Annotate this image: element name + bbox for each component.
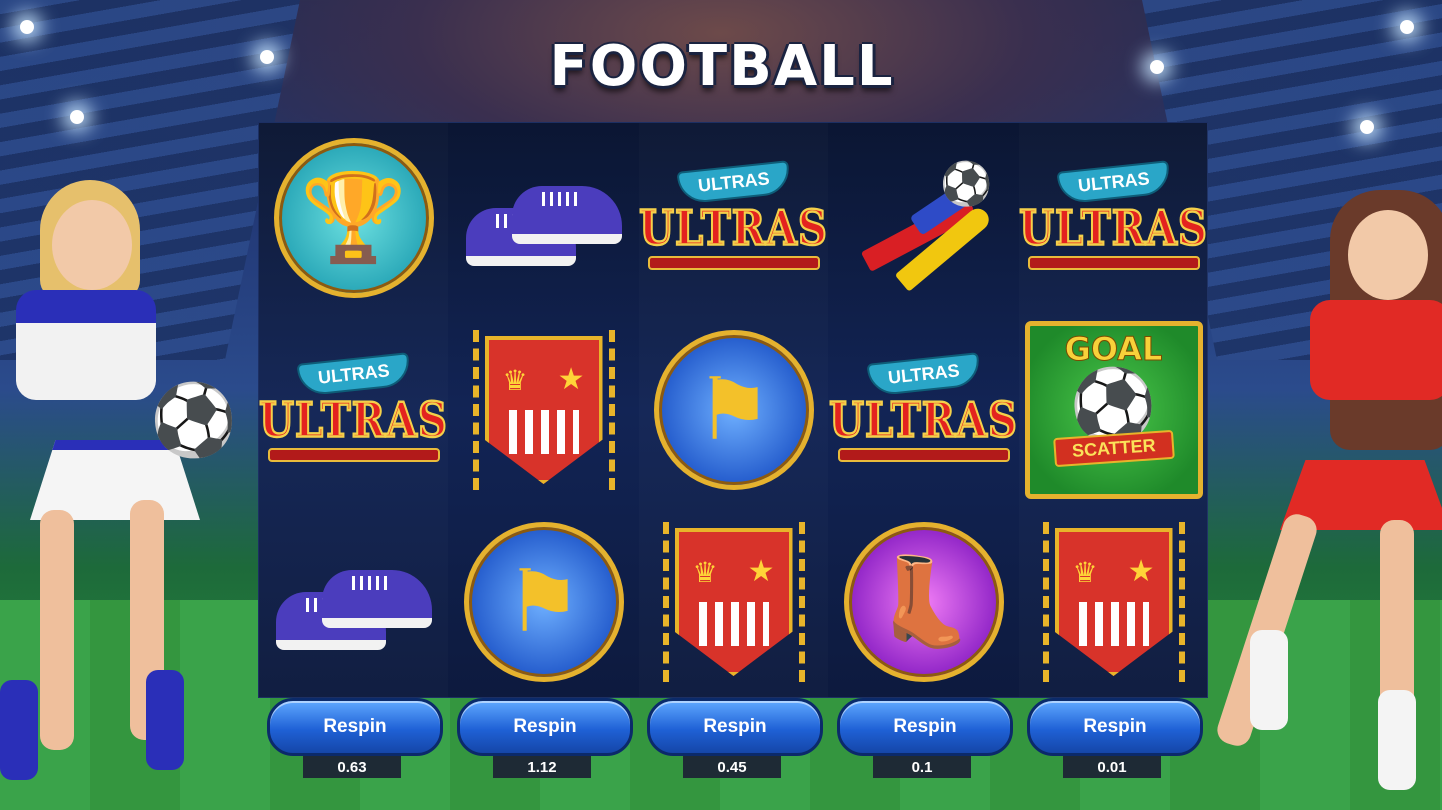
symbol-cell: 👢: [829, 507, 1018, 697]
reel-5: ULTRAS ULTRAS GOAL ⚽ SCATTER ♛ ★: [1018, 123, 1208, 697]
symbol-cell: ULTRAS ULTRAS: [638, 123, 828, 313]
symbol-cell: [259, 507, 448, 697]
ultras-banner-icon: ULTRAS ULTRAS: [638, 143, 828, 293]
symbol-cell: ♛ ★: [1019, 507, 1208, 697]
ultras-small-label: ULTRAS: [1056, 160, 1171, 205]
purple-sneakers-icon: [274, 542, 434, 662]
corner-flag-icon: ⚑: [463, 522, 624, 682]
floodlight: [70, 110, 84, 124]
symbol-cell: GOAL ⚽ SCATTER: [1019, 315, 1208, 505]
respin-price: 0.63: [303, 756, 401, 778]
respin-button[interactable]: Respin: [457, 698, 633, 756]
symbol-cell: ULTRAS ULTRAS: [828, 315, 1018, 505]
floodlight: [260, 50, 274, 64]
respin-price: 0.45: [683, 756, 781, 778]
purple-sneakers-icon: [464, 158, 624, 278]
reel-1: 🏆 ULTRAS ULTRAS: [258, 123, 448, 697]
respin-price: 0.01: [1063, 756, 1161, 778]
symbol-cell: ⚑: [639, 315, 828, 505]
respin-price: 0.1: [873, 756, 971, 778]
ultras-small-label: ULTRAS: [676, 160, 791, 205]
soccer-ball-icon: ⚽: [1069, 364, 1158, 446]
symbol-cell: ♛ ★: [639, 507, 828, 697]
respin-button[interactable]: Respin: [647, 698, 823, 756]
ultras-banner-icon: ULTRAS ULTRAS: [1018, 143, 1208, 293]
respin-reel-1: Respin 0.63: [258, 696, 447, 810]
respin-reel-2: Respin 1.12: [448, 696, 637, 810]
floodlight: [1150, 60, 1164, 74]
goal-label: GOAL: [1064, 330, 1163, 369]
corner-flag-icon: ⚑: [653, 330, 814, 490]
ultras-big-label: ULTRAS: [638, 199, 828, 258]
reel-3: ULTRAS ULTRAS ⚑ ♛ ★: [638, 123, 828, 697]
symbol-cell: 🏆: [259, 123, 448, 313]
respin-reel-5: Respin 0.01: [1018, 696, 1207, 810]
respin-reel-4: Respin 0.1: [828, 696, 1017, 810]
ultras-big-label: ULTRAS: [828, 391, 1018, 450]
symbol-cell: ULTRAS ULTRAS: [258, 315, 448, 505]
ultras-small-label: ULTRAS: [296, 352, 411, 397]
goal-scatter-icon: GOAL ⚽ SCATTER: [1024, 321, 1203, 499]
ultras-banner-icon: ULTRAS ULTRAS: [828, 335, 1018, 485]
floodlight: [1400, 20, 1414, 34]
reel-board: 🏆 ULTRAS ULTRAS ♛ ★ ⚑ ULTRAS ULTRAS ⚑ ♛ …: [258, 122, 1208, 698]
symbol-cell: ♛ ★: [449, 315, 638, 505]
respin-button[interactable]: Respin: [267, 698, 443, 756]
respin-button[interactable]: Respin: [1027, 698, 1203, 756]
reel-2: ♛ ★ ⚑: [449, 123, 638, 697]
golden-ball-trophy-icon: 🏆: [273, 138, 434, 298]
ultras-banner-icon: ULTRAS ULTRAS: [258, 335, 448, 485]
cheerleader-right: [1210, 190, 1442, 810]
cheerleader-left: ⚽: [0, 180, 260, 810]
respin-button[interactable]: Respin: [837, 698, 1013, 756]
respin-row: Respin 0.63 Respin 1.12 Respin 0.45 Resp…: [258, 696, 1206, 810]
game-title: FOOTBALL: [549, 33, 895, 99]
reel-4: ⚽ ULTRAS ULTRAS 👢: [828, 123, 1018, 697]
respin-reel-3: Respin 0.45: [638, 696, 827, 810]
ultras-big-label: ULTRAS: [258, 391, 448, 450]
symbol-cell: [449, 123, 638, 313]
ultras-big-label: ULTRAS: [1018, 199, 1208, 258]
floodlight: [1360, 120, 1374, 134]
symbol-cell: ⚑: [449, 507, 638, 697]
respin-price: 1.12: [493, 756, 591, 778]
symbol-cell: ULTRAS ULTRAS: [1018, 123, 1208, 313]
ultras-small-label: ULTRAS: [866, 352, 981, 397]
floodlight: [20, 20, 34, 34]
golden-boot-icon: 👢: [843, 522, 1004, 682]
vuvuzela-horn-icon: ⚽: [849, 153, 999, 292]
symbol-cell: ⚽: [829, 123, 1018, 313]
